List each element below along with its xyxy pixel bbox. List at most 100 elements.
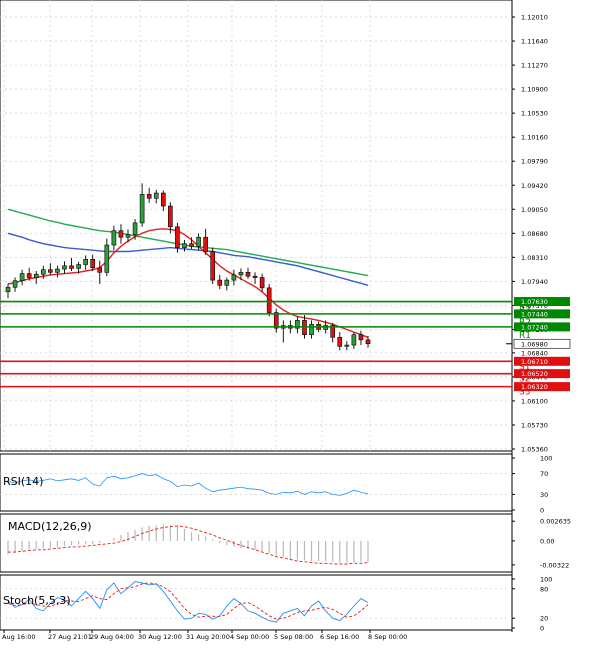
candle-body [153,192,159,199]
candle-body [19,273,25,282]
x-tick-label: 30 Aug 12:00 [138,633,182,641]
candle-body [182,243,187,248]
candle-body [351,334,357,346]
candle-body [62,265,67,270]
price-tag-text: 1.06320 [521,383,548,391]
candle-body [273,312,279,329]
candle-body [83,259,88,265]
candle-body [337,336,343,347]
y-tick-label: 1.08680 [521,230,548,238]
candle-body [259,277,265,289]
x-tick-label: 8 Sep 00:00 [368,633,407,641]
last-price-text: 1.06980 [521,340,548,348]
indicator-tick-label: 20 [540,615,548,623]
y-tick-label: 1.09420 [521,182,548,190]
candle-body [33,273,39,278]
price-tag-text: 1.07440 [521,310,548,318]
candle-body [358,334,364,341]
rsi-title: RSI(14) [3,475,43,488]
price-tag-text: 1.07240 [521,323,548,331]
y-tick-label: 1.10160 [521,134,548,142]
candle-body [139,194,145,224]
candle-body [252,275,258,278]
candle [210,247,216,284]
stoch-panel [0,574,513,631]
x-tick-label: Aug 16:00 [2,633,36,641]
candle-body [160,192,166,207]
rsi-panel [0,453,513,512]
chart-window: R3R2R1S1S2S3 1.120101.116401.112701.1090… [0,0,600,645]
y-tick-label: 1.11270 [521,62,548,70]
y-tick-label: 1.09790 [521,158,548,166]
level-r2-price-tag: 1.07440 [514,309,570,319]
candle-body [266,287,272,313]
x-tick-label: 4 Sep 00:00 [230,633,269,641]
candle-body [309,323,314,335]
candle-body [111,230,117,246]
candle-body [365,339,371,345]
x-tick-label: 5 Sep 08:00 [274,633,313,641]
indicator-tick-label: 80 [540,585,548,593]
candle-body [104,244,110,273]
price-tag-text: 1.06520 [521,370,548,378]
candle-body [189,243,194,247]
y-tick-label: 1.11640 [521,38,548,46]
y-tick-label: 1.12010 [521,14,548,22]
y-tick-label: 1.07940 [521,278,548,286]
level-s2-price-tag: 1.06520 [514,369,570,379]
y-tick-label: 1.08310 [521,254,548,262]
price-tag-text: 1.06710 [521,358,548,366]
level-s3-price-tag: 1.06320 [514,382,570,392]
candle-body [344,344,350,347]
indicator-tick-label: 70 [540,470,548,478]
candle-body [231,274,237,281]
last-price-tag: 1.06980 [513,338,571,349]
y-tick-label: 1.05730 [521,421,548,429]
y-tick-label: 1.10530 [521,110,548,118]
macd-title: MACD(12,26,9) [8,520,92,533]
candle-body [168,205,173,228]
candle-body [48,269,53,273]
chart-canvas: R3R2R1S1S2S3 1.120101.116401.112701.1090… [0,0,600,645]
y-tick-label: 1.05360 [521,446,548,454]
indicator-tick-label: 100 [540,455,552,463]
candle-body [40,269,46,275]
indicator-tick-label: 100 [540,576,552,584]
indicator-tick-label: 30 [540,491,548,499]
candle-body [55,268,60,273]
candle-body [238,272,244,276]
candle-body [175,226,180,248]
indicator-tick-label: -0.00322 [540,561,569,569]
candle-body [224,279,230,286]
indicator-tick-label: 0 [540,625,544,633]
x-tick-label: 27 Aug 21:01 [48,633,92,641]
candle-body [203,236,208,252]
candle-body [196,236,201,247]
price-tag-text: 1.07630 [521,298,548,306]
candle-body [97,267,103,273]
candle-body [76,264,81,269]
y-tick-label: 1.06100 [521,397,548,405]
x-tick-label: 31 Aug 20:00 [186,633,230,641]
candle-body [217,279,223,286]
y-tick-label: 1.06840 [521,349,548,357]
candle-body [245,272,251,277]
x-tick-label: 6 Sep 16:00 [320,633,359,641]
candle-body [69,265,74,269]
candle [266,283,272,317]
candle-body [118,230,124,238]
candle-body [5,286,11,293]
candle-body [26,273,32,278]
indicator-tick-label: 0 [540,507,544,515]
level-r3-price-tag: 1.07630 [514,297,570,307]
candle-body [90,259,96,269]
price-panel [0,0,513,452]
candle-body [146,194,152,199]
x-tick-label: 29 Aug 04:00 [90,633,134,641]
indicator-tick-label: 0.00 [540,537,554,545]
candle-body [210,251,216,281]
y-tick-label: 1.09050 [521,206,548,214]
stoch-title: Stoch(5,5,3) [3,594,71,607]
candle-body [12,280,18,288]
indicator-tick-label: 0.002635 [540,518,571,526]
